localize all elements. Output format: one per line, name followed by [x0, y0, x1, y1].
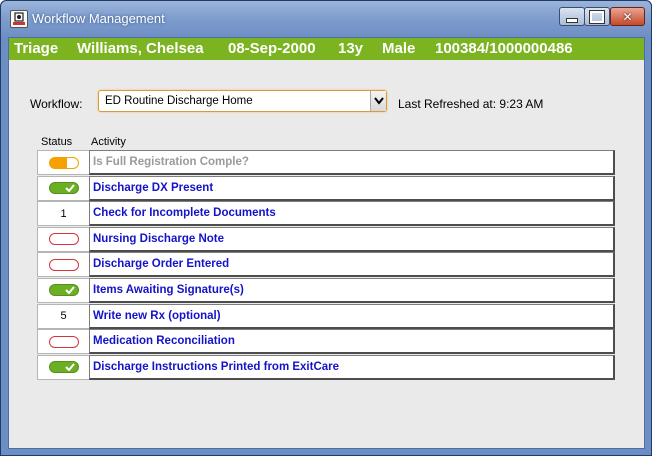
table-row[interactable]: Items Awaiting Signature(s) — [37, 277, 615, 304]
status-count: 5 — [60, 310, 67, 323]
status-cell — [37, 226, 89, 252]
workflow-window: Workflow Management ✕ Triage Williams, C… — [0, 0, 652, 456]
grid-rows: Is Full Registration Comple? Discharge DX… — [37, 150, 615, 380]
status-partial-icon — [48, 156, 79, 169]
status-cell: 1 — [37, 201, 89, 227]
patient-age: 13y — [338, 40, 364, 57]
table-row[interactable]: Discharge Instructions Printed from Exit… — [37, 354, 615, 381]
check-icon — [64, 286, 75, 295]
activity-link[interactable]: Nursing Discharge Note — [89, 226, 615, 252]
patient-sex: Male — [382, 40, 416, 57]
workflow-select-value: ED Routine Discharge Home — [105, 95, 253, 107]
status-cell: 5 — [37, 303, 89, 329]
activity-link[interactable]: Discharge DX Present — [89, 175, 615, 201]
status-cell — [37, 329, 89, 355]
activity-link[interactable]: Write new Rx (optional) — [89, 303, 615, 329]
activity-link[interactable]: Is Full Registration Comple? — [89, 150, 615, 175]
status-incomplete-icon — [48, 335, 79, 348]
table-row[interactable]: Is Full Registration Comple? — [37, 150, 615, 176]
minimize-icon[interactable] — [559, 7, 585, 26]
main-content: Triage Williams, Chelsea 08-Sep-2000 13y… — [8, 37, 645, 449]
activity-grid: Status Activity Is Full Registration Com… — [37, 132, 615, 380]
workflow-select[interactable]: ED Routine Discharge Home — [98, 90, 387, 112]
table-row[interactable]: Discharge Order Entered — [37, 252, 615, 278]
status-complete-icon — [48, 361, 79, 374]
table-row[interactable]: 5 Write new Rx (optional) — [37, 303, 615, 330]
patient-dob: 08-Sep-2000 — [228, 40, 316, 57]
activity-link[interactable]: Discharge Instructions Printed from Exit… — [89, 354, 615, 380]
check-icon — [64, 363, 75, 372]
maximize-icon[interactable] — [584, 7, 610, 26]
status-cell — [37, 175, 89, 201]
status-cell — [37, 150, 89, 175]
status-complete-icon — [48, 284, 79, 297]
grid-header: Status Activity — [37, 132, 615, 150]
close-icon[interactable]: ✕ — [610, 7, 645, 26]
patient-ids: 100384/1000000486 — [435, 40, 573, 57]
last-refreshed: Last Refreshed at: 9:23 AM — [398, 97, 544, 111]
status-cell — [37, 354, 89, 380]
table-row[interactable]: 1 Check for Incomplete Documents — [37, 201, 615, 227]
table-row[interactable]: Nursing Discharge Note — [37, 226, 615, 253]
check-icon — [64, 184, 75, 193]
workflow-label: Workflow: — [30, 97, 83, 111]
status-column-header: Status — [41, 136, 73, 148]
window-title: Workflow Management — [32, 11, 165, 26]
patient-location: Triage — [14, 40, 59, 57]
activity-link[interactable]: Discharge Order Entered — [89, 252, 615, 278]
title-bar[interactable]: Workflow Management ✕ — [1, 1, 651, 37]
activity-link[interactable]: Medication Reconciliation — [89, 329, 615, 355]
patient-banner: Triage Williams, Chelsea 08-Sep-2000 13y… — [9, 38, 644, 60]
patient-name: Williams, Chelsea — [77, 40, 204, 57]
status-cell — [37, 277, 89, 303]
activity-link[interactable]: Items Awaiting Signature(s) — [89, 277, 615, 303]
status-incomplete-icon — [48, 258, 79, 271]
table-row[interactable]: Discharge DX Present — [37, 175, 615, 202]
app-icon — [10, 10, 28, 28]
status-complete-icon — [48, 182, 79, 195]
table-row[interactable]: Medication Reconciliation — [37, 329, 615, 355]
activity-link[interactable]: Check for Incomplete Documents — [89, 201, 615, 227]
status-incomplete-icon — [48, 233, 79, 246]
status-count: 1 — [60, 207, 67, 220]
chevron-down-icon[interactable] — [370, 91, 386, 111]
status-cell — [37, 252, 89, 278]
activity-column-header: Activity — [91, 136, 126, 148]
